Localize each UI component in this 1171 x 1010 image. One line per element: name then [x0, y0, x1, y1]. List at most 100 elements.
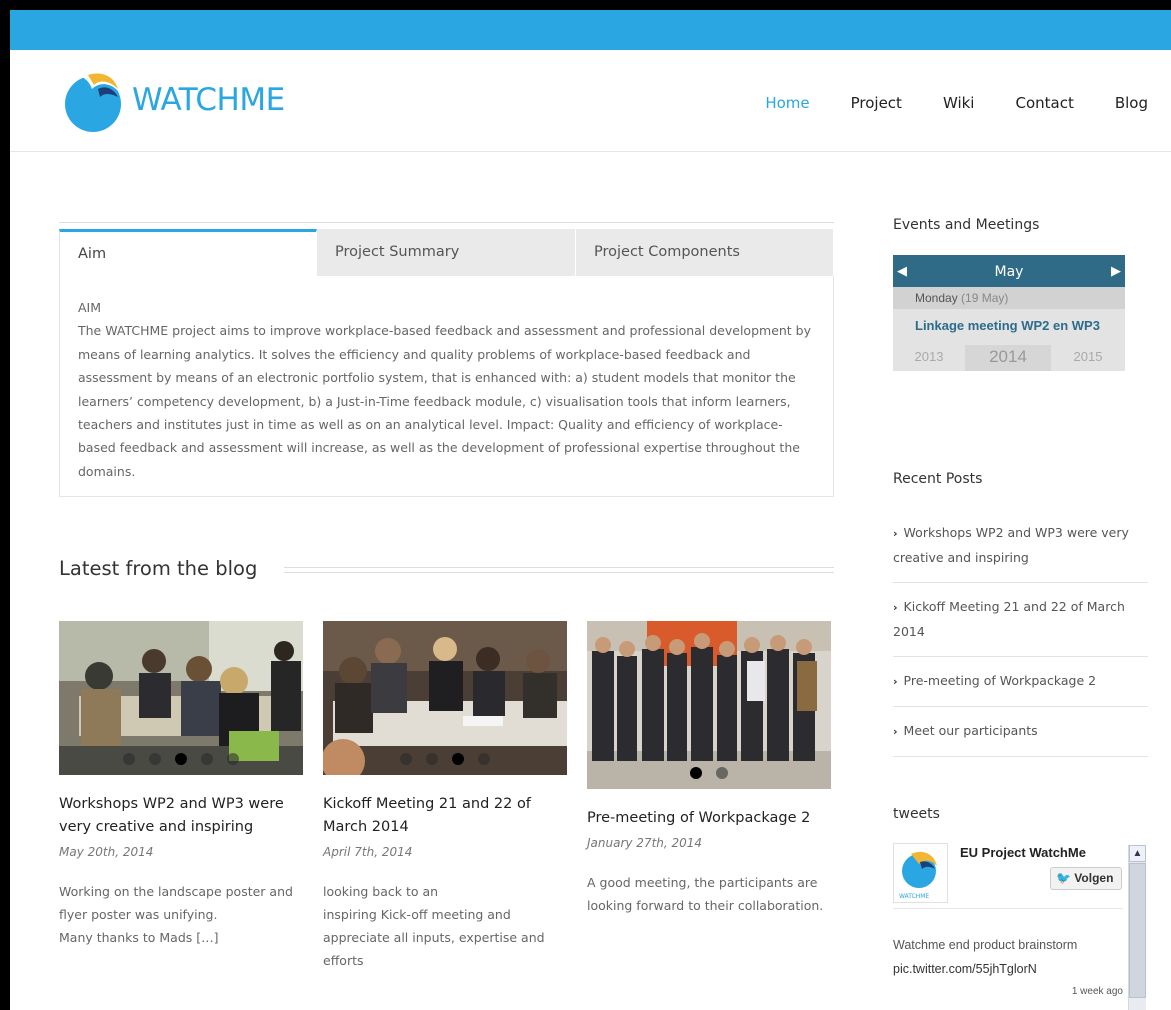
avatar-caption: WATCHME	[899, 893, 929, 900]
recent-post-label: Pre-meeting of Workpackage 2	[903, 673, 1097, 688]
slider-dot-active[interactable]	[690, 767, 702, 779]
slider-dots	[587, 767, 831, 779]
recent-posts-list: › Workshops WP2 and WP3 were very creativ…	[893, 509, 1148, 757]
twitter-bird-icon: 🐦	[1056, 871, 1071, 885]
recent-post-item[interactable]: › Pre-meeting of Workpackage 2	[893, 657, 1148, 707]
tab-bar: Aim Project Summary Project Components	[59, 229, 834, 277]
logo-text: WATCHME	[132, 82, 285, 118]
nav-blog[interactable]: Blog	[1115, 94, 1148, 112]
events-calendar: ◀ May ▶ Monday (19 May) Linkage meeting …	[893, 255, 1125, 371]
tweet-link[interactable]: pic.twitter.com/55jhTglorN	[893, 957, 1123, 981]
tweet-account-name[interactable]: EU Project WatchMe	[960, 845, 1086, 860]
year-2015[interactable]: 2015	[1051, 345, 1125, 371]
slider-dot-active[interactable]	[452, 753, 464, 765]
day-name: Monday	[915, 291, 958, 305]
slider-dot[interactable]	[123, 753, 135, 765]
post-date: January 27th, 2014	[587, 836, 703, 850]
tweet-body: Watchme end product brainstorm	[893, 938, 1078, 952]
post-date: April 7th, 2014	[323, 845, 413, 859]
panel-text: The WATCHME project aims to improve work…	[78, 323, 812, 479]
heading-divider	[284, 567, 834, 573]
slider-dot[interactable]	[201, 753, 213, 765]
excerpt-line: looking forward to their collaboration.	[587, 898, 824, 913]
calendar-event-link[interactable]: Linkage meeting WP2 en WP3	[893, 309, 1125, 345]
blog-heading: Latest from the blog	[59, 557, 268, 580]
nav-home[interactable]: Home	[765, 94, 809, 112]
excerpt-line: efforts	[323, 953, 364, 968]
year-2013[interactable]: 2013	[893, 345, 965, 371]
window-frame-left	[0, 0, 10, 1010]
slider-dots	[59, 753, 303, 765]
site-header: WATCHME Home Project Wiki Contact Blog	[10, 50, 1171, 152]
tweet-time[interactable]: 1 week ago	[1072, 986, 1123, 997]
post-excerpt: looking back to an inspiring Kick-off me…	[323, 880, 567, 972]
follow-button[interactable]: 🐦 Volgen	[1050, 867, 1122, 890]
chevron-right-icon: ›	[893, 675, 898, 688]
next-month-icon[interactable]: ▶	[1111, 255, 1121, 289]
excerpt-line: Working on the landscape poster and	[59, 884, 293, 899]
project-tabs: Aim Project Summary Project Components A…	[59, 222, 834, 497]
slider-dot[interactable]	[716, 767, 728, 779]
recent-post-label: Kickoff Meeting 21 and 22 of March 2014	[893, 599, 1125, 639]
scrollbar-thumb[interactable]	[1129, 863, 1146, 998]
panel-title: AIM	[78, 300, 102, 315]
recent-post-label: Meet our participants	[903, 723, 1038, 738]
post-title[interactable]: Workshops WP2 and WP3 were very creative…	[59, 793, 303, 839]
slider-dot-active[interactable]	[175, 753, 187, 765]
events-title: Events and Meetings	[893, 217, 1040, 233]
avatar[interactable]: WATCHME	[893, 843, 948, 903]
post-image-slider[interactable]	[323, 621, 567, 775]
chevron-right-icon: ›	[893, 601, 898, 614]
blog-post-1: Workshops WP2 and WP3 were very creative…	[59, 621, 303, 949]
tweets-title: tweets	[893, 806, 940, 822]
chevron-right-icon: ›	[893, 725, 898, 738]
calendar-header: ◀ May ▶	[893, 255, 1125, 287]
window-frame-top	[0, 0, 1171, 10]
calendar-years: 2013 2014 2015	[893, 345, 1125, 371]
slider-dots	[323, 753, 567, 765]
scroll-up-icon[interactable]: ▲	[1129, 845, 1146, 862]
post-excerpt: A good meeting, the participants are loo…	[587, 871, 831, 917]
slider-dot[interactable]	[426, 753, 438, 765]
follow-label: Volgen	[1074, 871, 1114, 885]
post-title[interactable]: Pre-meeting of Workpackage 2	[587, 807, 831, 830]
excerpt-line: A good meeting, the participants are	[587, 875, 818, 890]
slider-dot[interactable]	[227, 753, 239, 765]
tab-aim[interactable]: Aim	[59, 229, 317, 276]
nav-wiki[interactable]: Wiki	[943, 94, 975, 112]
recent-posts-title: Recent Posts	[893, 471, 983, 487]
calendar-day: Monday (19 May)	[893, 287, 1125, 309]
day-date: (19 May)	[961, 291, 1009, 305]
post-title[interactable]: Kickoff Meeting 21 and 22 of March 2014	[323, 793, 567, 839]
year-2014[interactable]: 2014	[965, 345, 1051, 371]
slider-dot[interactable]	[478, 753, 490, 765]
main-nav: Home Project Wiki Contact Blog	[724, 94, 1148, 112]
nav-contact[interactable]: Contact	[1015, 94, 1073, 112]
tweet-text: Watchme end product brainstorm pic.twitt…	[893, 933, 1123, 981]
recent-post-item[interactable]: › Workshops WP2 and WP3 were very creativ…	[893, 509, 1148, 583]
post-image-slider[interactable]	[59, 621, 303, 775]
logo[interactable]: WATCHME	[62, 67, 285, 133]
recent-post-item[interactable]: › Kickoff Meeting 21 and 22 of March 2014	[893, 583, 1148, 657]
post-image-slider[interactable]	[587, 621, 831, 789]
watchme-avatar-icon: WATCHME	[894, 844, 947, 902]
top-accent-bar	[10, 10, 1171, 50]
tweet-scrollbar[interactable]: ▲	[1128, 845, 1146, 1010]
watchme-logo-icon	[65, 73, 121, 132]
slider-dot[interactable]	[400, 753, 412, 765]
tab-project-summary[interactable]: Project Summary	[317, 229, 576, 276]
chevron-right-icon: ›	[893, 527, 898, 540]
slider-dot[interactable]	[149, 753, 161, 765]
recent-post-item[interactable]: › Meet our participants	[893, 707, 1148, 757]
workshop-photo	[59, 621, 303, 775]
prev-month-icon[interactable]: ◀	[897, 255, 907, 289]
tab-project-components[interactable]: Project Components	[576, 229, 834, 276]
twitter-widget: WATCHME EU Project WatchMe 🐦 Volgen Watc…	[893, 843, 1146, 1010]
excerpt-line: appreciate all inputs, expertise and	[323, 930, 545, 945]
tweet-divider	[893, 908, 1123, 909]
nav-project[interactable]: Project	[851, 94, 902, 112]
blog-post-2: Kickoff Meeting 21 and 22 of March 2014 …	[323, 621, 567, 972]
tab-panel-aim: AIM The WATCHME project aims to improve …	[59, 276, 834, 497]
kickoff-meeting-photo	[323, 621, 567, 775]
excerpt-line: flyer poster was unifying.	[59, 907, 218, 922]
